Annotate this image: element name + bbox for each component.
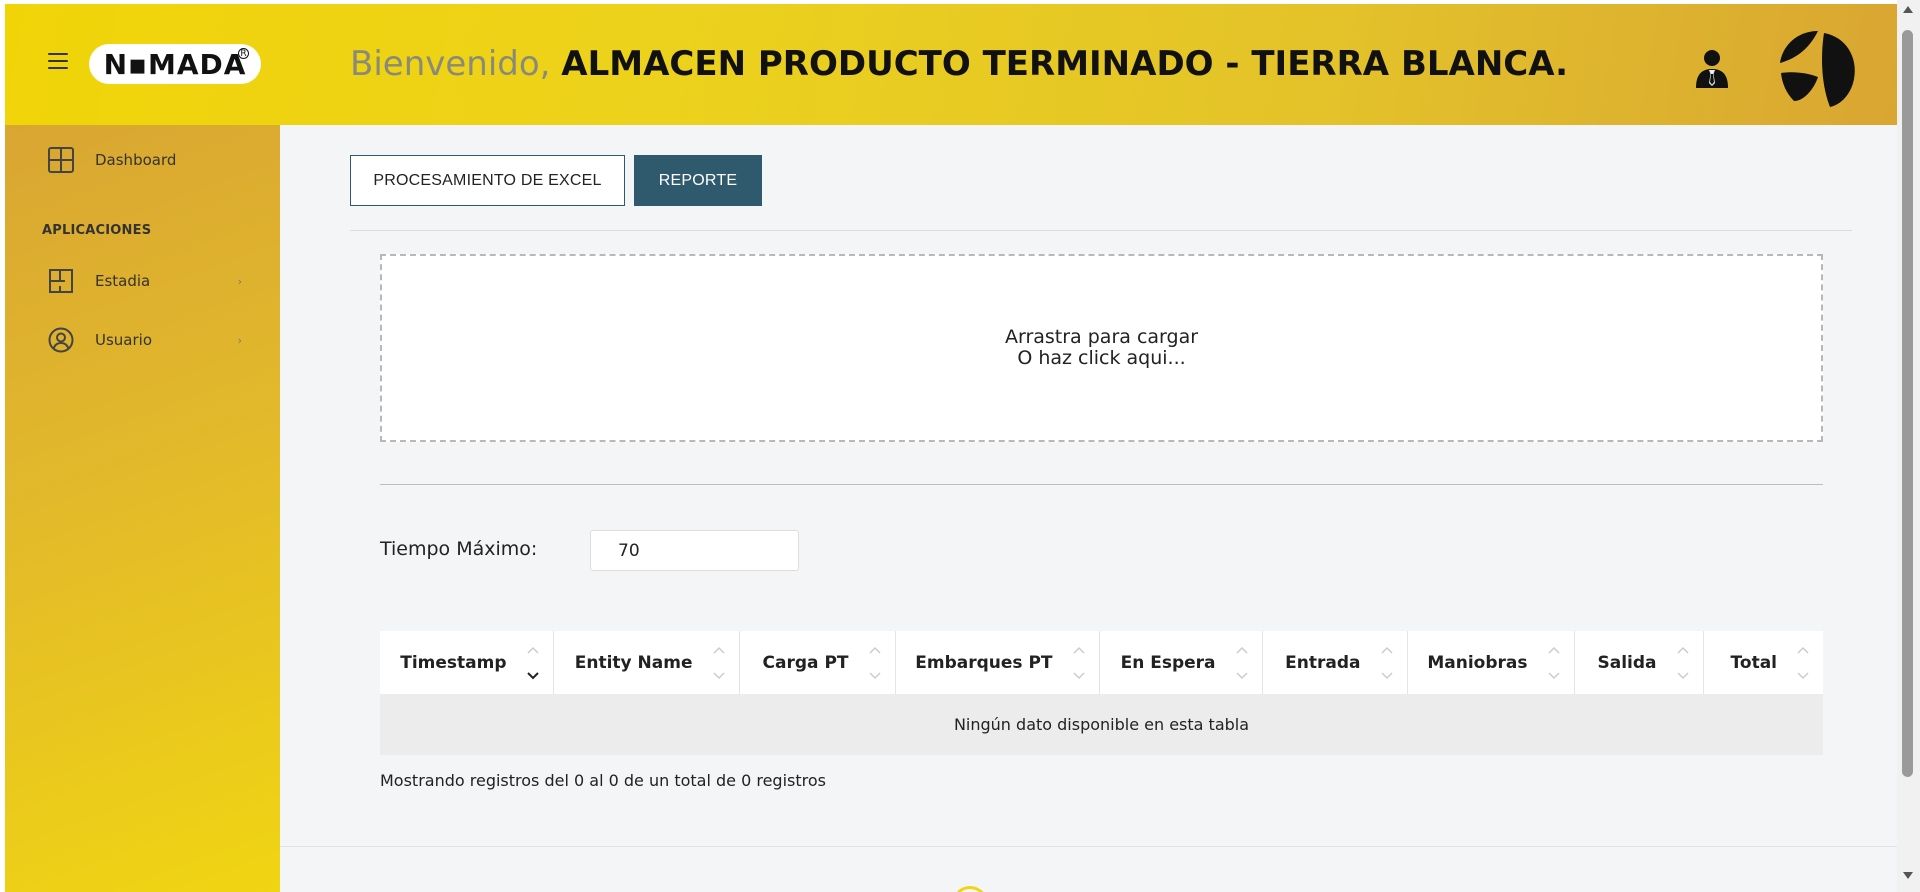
scroll-up-arrow-icon[interactable] bbox=[1903, 6, 1913, 13]
section-label-aplicaciones: APLICACIONES bbox=[42, 223, 152, 238]
sort-icon bbox=[1797, 646, 1809, 680]
chevron-right-icon: › bbox=[237, 274, 242, 288]
sidebar-item-label: Estadia bbox=[95, 272, 151, 290]
sidebar: Dashboard APLICACIONES Estadia › Usuario… bbox=[5, 125, 280, 892]
chevron-right-icon: › bbox=[237, 333, 242, 347]
column-header-entity-name[interactable]: Entity Name bbox=[553, 631, 740, 694]
sort-icon bbox=[712, 646, 725, 680]
data-table: Timestamp Entity Name Carga PT Embarques… bbox=[380, 631, 1823, 755]
sort-descending-icon bbox=[526, 646, 539, 680]
column-header-maniobras[interactable]: Maniobras bbox=[1407, 631, 1575, 694]
table-info-text: Mostrando registros del 0 al 0 de un tot… bbox=[380, 771, 826, 790]
column-header-salida[interactable]: Salida bbox=[1574, 631, 1704, 694]
empty-table-message: Ningún dato disponible en esta tabla bbox=[380, 694, 1823, 755]
sidebar-item-usuario[interactable]: Usuario › bbox=[47, 325, 242, 355]
dropzone-text-drag: Arrastra para cargar bbox=[1004, 326, 1199, 348]
sort-icon bbox=[1235, 646, 1248, 680]
sort-icon bbox=[1547, 646, 1560, 680]
sidebar-item-dashboard[interactable]: Dashboard bbox=[47, 145, 242, 175]
column-header-total[interactable]: Total bbox=[1703, 631, 1823, 694]
table-header-row: Timestamp Entity Name Carga PT Embarques… bbox=[380, 631, 1823, 694]
sort-icon bbox=[1072, 646, 1085, 680]
tiempo-maximo-input[interactable] bbox=[590, 530, 799, 571]
table-row-empty: Ningún dato disponible en esta tabla bbox=[380, 694, 1823, 755]
column-header-en-espera[interactable]: En Espera bbox=[1099, 631, 1263, 694]
file-dropzone[interactable]: Arrastra para cargar O haz click aqui... bbox=[380, 254, 1823, 442]
scroll-down-arrow-icon[interactable] bbox=[1903, 872, 1913, 879]
divider bbox=[380, 484, 1823, 485]
welcome-name: ALMACEN PRODUCTO TERMINADO - TIERRA BLAN… bbox=[561, 44, 1569, 84]
dashboard-grid-icon bbox=[47, 146, 75, 174]
user-profile-icon[interactable] bbox=[1694, 48, 1730, 88]
column-header-embarques-pt[interactable]: Embarques PT bbox=[895, 631, 1100, 694]
reporte-tab[interactable]: REPORTE bbox=[634, 155, 762, 206]
column-header-timestamp[interactable]: Timestamp bbox=[380, 631, 554, 694]
procesamiento-excel-tab[interactable]: PROCESAMIENTO DE EXCEL bbox=[350, 155, 625, 206]
footer-divider bbox=[280, 846, 1897, 847]
dropzone-text-click: O haz click aqui... bbox=[1017, 347, 1186, 369]
vertical-scrollbar[interactable] bbox=[1897, 0, 1920, 892]
app-window: N▪MADA R Bienvenido, ALMACEN PRODUCTO TE… bbox=[5, 4, 1897, 892]
column-header-entrada[interactable]: Entrada bbox=[1262, 631, 1408, 694]
sidebar-item-estadia[interactable]: Estadia › bbox=[47, 266, 242, 296]
main-content: PROCESAMIENTO DE EXCEL REPORTE Arrastra … bbox=[280, 125, 1897, 892]
tiempo-maximo-label: Tiempo Máximo: bbox=[380, 538, 538, 560]
brand-logo[interactable]: N▪MADA R bbox=[89, 44, 261, 84]
floorplan-icon bbox=[47, 267, 75, 295]
sort-icon bbox=[1380, 646, 1393, 680]
brand-leaf-icon bbox=[1780, 31, 1855, 107]
divider bbox=[350, 230, 1852, 231]
sidebar-item-label: Usuario bbox=[95, 331, 153, 349]
sort-icon bbox=[1676, 646, 1689, 680]
sort-icon bbox=[868, 646, 881, 680]
sidebar-item-label: Dashboard bbox=[95, 151, 177, 169]
top-header: N▪MADA R Bienvenido, ALMACEN PRODUCTO TE… bbox=[5, 4, 1897, 125]
welcome-title: Bienvenido, ALMACEN PRODUCTO TERMINADO -… bbox=[350, 44, 1568, 84]
loading-spinner-icon bbox=[952, 886, 988, 892]
column-header-carga-pt[interactable]: Carga PT bbox=[739, 631, 896, 694]
registered-mark: R bbox=[238, 48, 249, 59]
user-circle-icon bbox=[47, 326, 75, 354]
welcome-prefix: Bienvenido, bbox=[350, 44, 562, 84]
menu-toggle-icon[interactable] bbox=[48, 53, 68, 69]
scrollbar-thumb[interactable] bbox=[1902, 30, 1913, 777]
logo-text: N▪MADA bbox=[103, 47, 247, 81]
